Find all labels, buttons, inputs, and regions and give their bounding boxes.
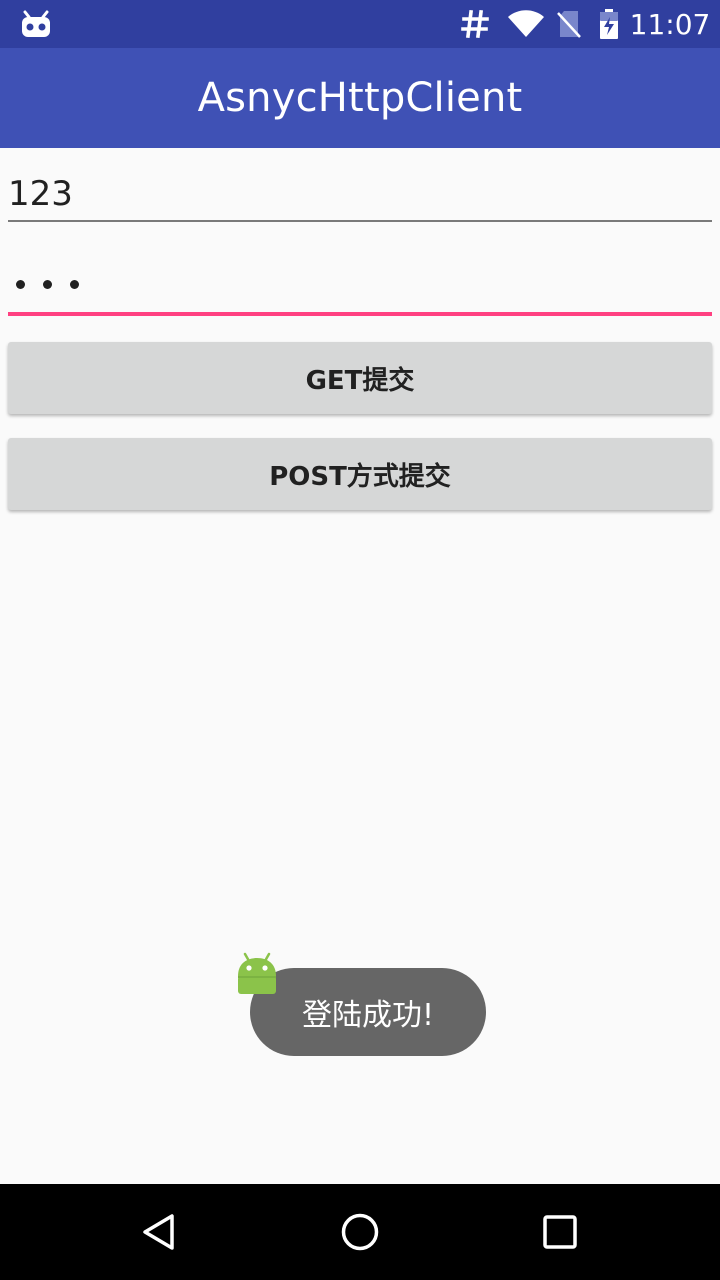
android-robot-icon [236,952,278,996]
back-icon[interactable] [132,1204,188,1260]
username-value: 123 [8,174,73,214]
password-underline [8,312,712,316]
post-submit-button[interactable]: POST方式提交 [8,438,712,510]
password-mask-dot [16,280,25,289]
app-bar: AsnycHttpClient [0,48,720,148]
navigation-bar [0,1184,720,1280]
get-submit-button[interactable]: GET提交 [8,342,712,414]
home-icon[interactable] [332,1204,388,1260]
wifi-icon [506,0,546,48]
app-title: AsnycHttpClient [197,75,523,121]
no-sim-icon [554,0,584,48]
password-field[interactable] [8,250,712,318]
battery-charging-icon [596,0,622,48]
status-time: 11:07 [629,7,711,41]
debug-robot-icon [18,0,54,48]
recents-icon[interactable] [532,1204,588,1260]
status-bar: 11:07 [0,0,720,48]
toast-message: 登陆成功! [250,968,486,1056]
username-field[interactable]: 123 [8,160,712,224]
hash-icon [458,0,492,48]
username-underline [8,220,712,222]
password-mask [16,280,79,289]
password-mask-dot [70,280,79,289]
password-mask-dot [43,280,52,289]
